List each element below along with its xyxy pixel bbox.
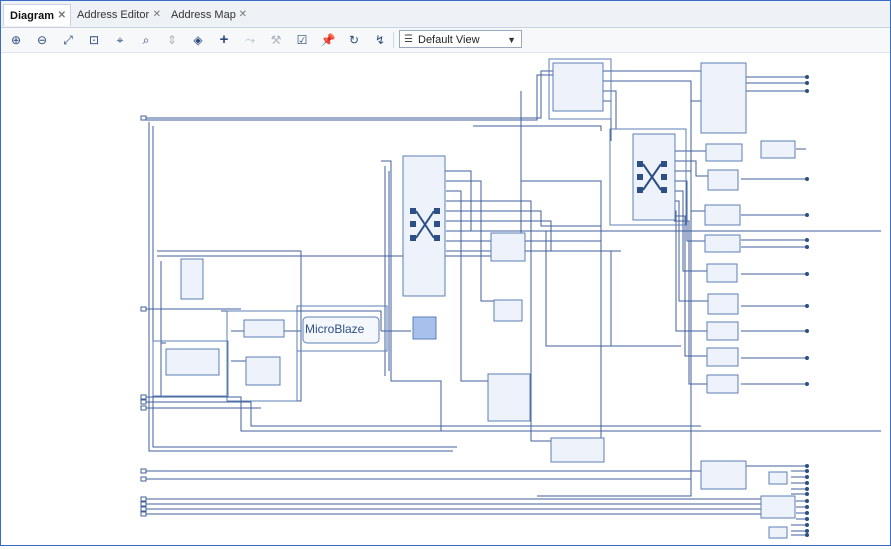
add-ip-icon[interactable]: + [215, 31, 233, 49]
tab-bar: Diagram ✕ Address Editor ✕ Address Map ✕ [1, 1, 890, 28]
block-diagram-svg [140, 58, 881, 539]
tab-address-map-label: Address Map [171, 9, 236, 21]
port-markers [140, 115, 147, 517]
zoom-area-icon[interactable]: ⊡ [85, 31, 103, 49]
zoom-fit-icon[interactable]: ⤢ [59, 31, 77, 49]
diagram-toolbar: ⊕ ⊖ ⤢ ⊡ ⌖ ⌕ ⇕ ◈ + ⤳ ⚒ ☑ 📌 ↻ ↯ ☰ Default … [1, 28, 890, 53]
view-select-value: Default View [418, 34, 480, 46]
microblaze-label: MicroBlaze [305, 322, 365, 336]
toolbar-separator [393, 32, 394, 48]
output-port-markers [805, 75, 809, 537]
properties-icon[interactable]: ⚒ [267, 31, 285, 49]
view-select[interactable]: ☰ Default View ▼ [399, 30, 522, 48]
close-icon[interactable]: ✕ [58, 5, 66, 27]
zoom-in-icon[interactable]: ⊕ [7, 31, 25, 49]
diagram-window: Diagram ✕ Address Editor ✕ Address Map ✕… [0, 0, 891, 546]
connect-icon[interactable]: ⤳ [241, 31, 259, 49]
expand-icon[interactable]: ◈ [189, 31, 207, 49]
collapse-icon[interactable]: ⇕ [163, 31, 181, 49]
search-icon[interactable]: ⌕ [137, 31, 155, 49]
block-diagram-canvas[interactable]: MicroBlaze [1, 53, 890, 545]
tab-address-editor-label: Address Editor [77, 9, 150, 21]
tab-diagram-label: Diagram [10, 10, 55, 22]
close-icon[interactable]: ✕ [153, 4, 161, 26]
refresh-icon[interactable]: ↻ [345, 31, 363, 49]
validate-icon[interactable]: ☑ [293, 31, 311, 49]
zoom-out-icon[interactable]: ⊖ [33, 31, 51, 49]
optimize-icon[interactable]: ↯ [371, 31, 389, 49]
pin-icon[interactable]: 📌 [319, 31, 337, 49]
tab-diagram[interactable]: Diagram ✕ [3, 4, 71, 26]
tab-address-map[interactable]: Address Map ✕ [165, 4, 251, 26]
close-icon[interactable]: ✕ [239, 4, 247, 26]
selected-block [412, 316, 437, 340]
center-icon[interactable]: ⌖ [111, 31, 129, 49]
list-icon: ☰ [404, 34, 413, 45]
tab-address-editor[interactable]: Address Editor ✕ [71, 4, 165, 26]
chevron-down-icon: ▼ [507, 35, 516, 45]
